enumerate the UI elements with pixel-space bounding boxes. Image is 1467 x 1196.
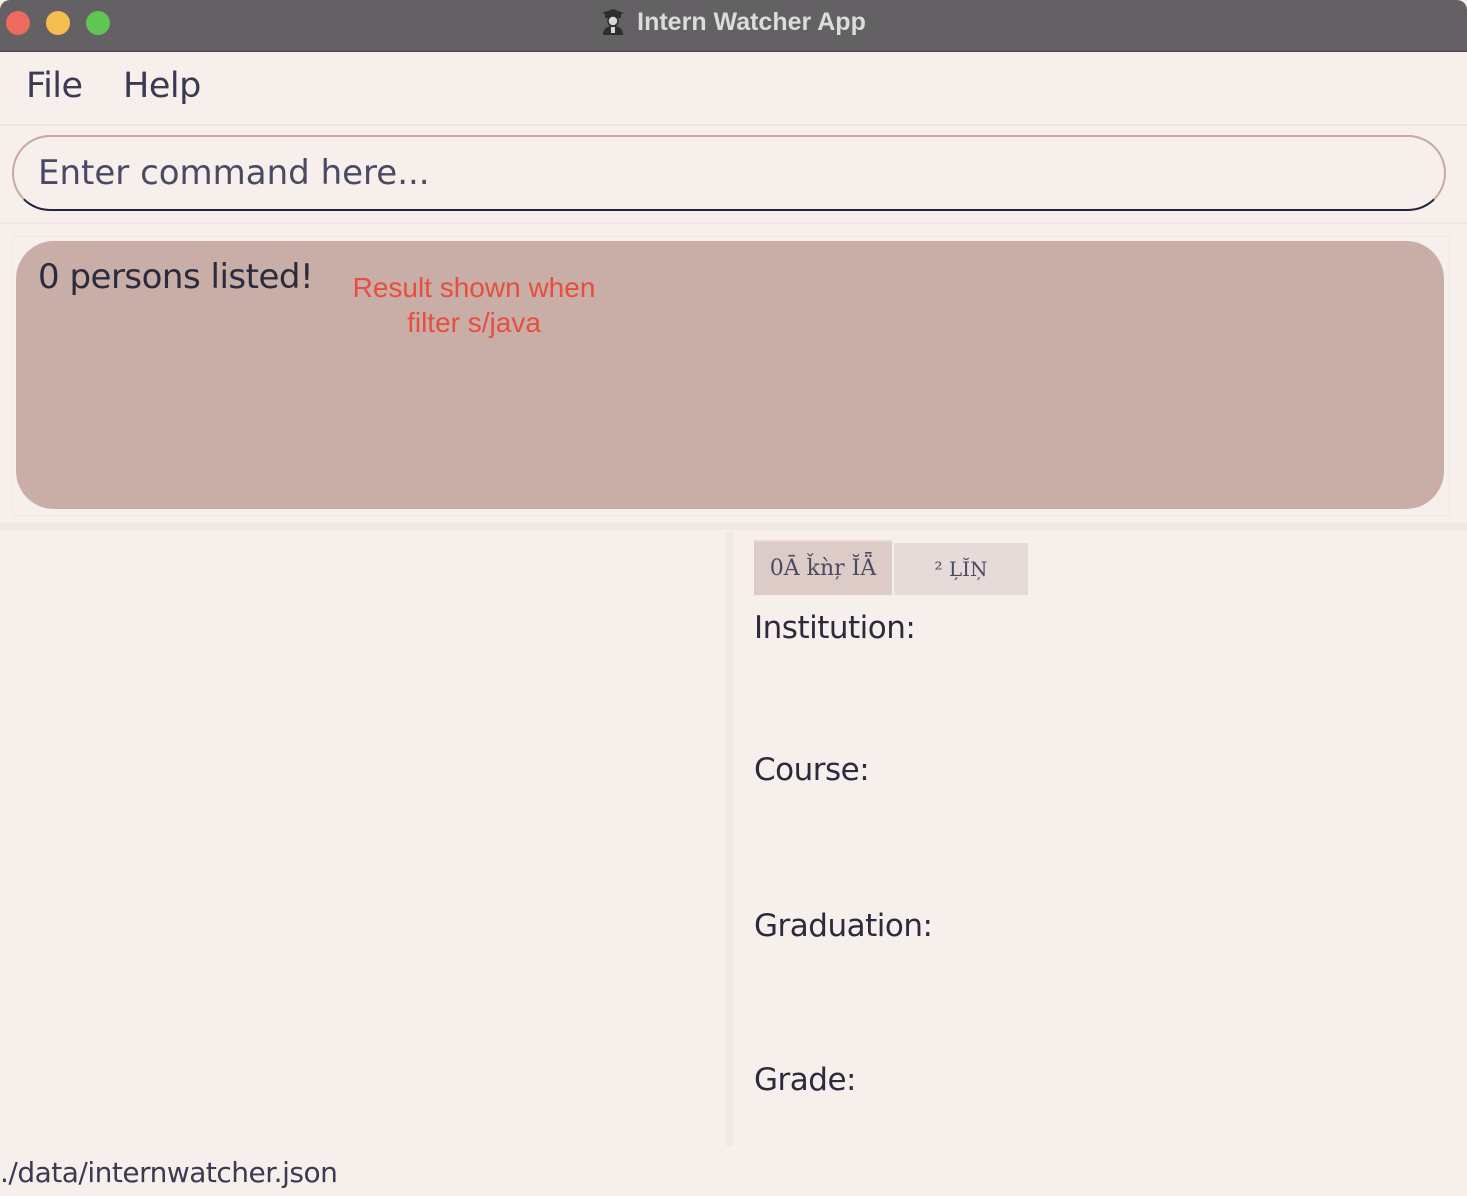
detail-tab-1[interactable]: 0Ā ǩǹŗ ĬǞ [754, 540, 892, 595]
menu-help[interactable]: Help [123, 66, 201, 106]
graduation-label: Graduation: [754, 908, 933, 944]
title-group: Intern Watcher App [0, 0, 1467, 44]
command-box-container [0, 126, 1467, 224]
detail-tab-2[interactable]: ² ĻĬŅ [894, 543, 1028, 595]
course-label: Course: [754, 752, 870, 788]
title-bar: Intern Watcher App [0, 0, 1467, 52]
menu-file[interactable]: File [26, 66, 83, 106]
person-list-panel [0, 531, 726, 1146]
window-title: Intern Watcher App [637, 7, 866, 36]
result-annotation: Result shown when filter s/java [338, 270, 610, 340]
command-input[interactable] [12, 135, 1446, 211]
split-pane-divider[interactable] [726, 531, 733, 1146]
menu-bar: File Help [0, 52, 1467, 126]
grade-label: Grade: [754, 1062, 856, 1098]
institution-label: Institution: [754, 610, 916, 646]
graduate-icon [601, 8, 625, 36]
app-window: Intern Watcher App File Help 0 persons l… [0, 0, 1467, 1196]
annotation-line-2: filter s/java [407, 307, 541, 338]
result-message: 0 persons listed! [38, 257, 314, 297]
horizontal-divider[interactable] [0, 523, 1467, 530]
annotation-line-1: Result shown when [352, 272, 596, 303]
status-save-path: ./data/internwatcher.json [0, 1156, 338, 1189]
